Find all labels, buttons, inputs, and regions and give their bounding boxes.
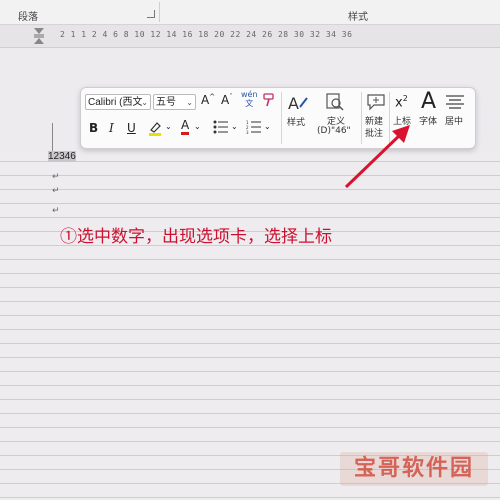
annotation-text: ①选中数字，出现选项卡，选择上标	[60, 227, 332, 247]
margin-corner-mark	[44, 123, 53, 153]
chevron-down-icon: ⌄	[141, 98, 148, 107]
dialog-launcher-icon[interactable]	[147, 10, 155, 18]
font-dialog-button[interactable]: A	[421, 89, 436, 114]
bold-button[interactable]: B	[89, 121, 98, 135]
chevron-down-icon[interactable]: ⌄	[165, 122, 172, 131]
italic-button[interactable]: I	[109, 121, 114, 135]
chevron-down-icon[interactable]: ⌄	[264, 122, 271, 131]
document-text[interactable]: 12346	[48, 151, 76, 162]
styles-label[interactable]: 样式	[287, 115, 305, 128]
new-comment-icon[interactable]	[366, 92, 386, 112]
ribbon-group-bar: 段落 样式	[0, 0, 500, 25]
red-arrow-icon	[344, 125, 410, 189]
chevron-down-icon[interactable]: ⌄	[231, 122, 238, 131]
group-label-paragraph: 段落	[18, 12, 38, 23]
highlight-icon[interactable]	[147, 120, 163, 136]
font-name-value: Calibri (西文	[88, 97, 143, 108]
group-label-styles: 样式	[348, 12, 368, 23]
font-color-button[interactable]: A	[181, 119, 190, 135]
paragraph-mark-icon: ↵	[52, 172, 60, 182]
chevron-down-icon: ⌄	[186, 98, 193, 107]
shrink-font-button[interactable]: Aˇ	[221, 93, 233, 107]
indent-marker-icon[interactable]	[34, 28, 44, 44]
selected-number-text[interactable]: 12346	[48, 151, 76, 162]
horizontal-ruler[interactable]: 2 1 1 2 4 6 8 10 12 14 16 18 20 22 24 26…	[0, 25, 500, 48]
font-name-dropdown[interactable]: Calibri (西文 ⌄	[85, 94, 151, 110]
grow-font-button[interactable]: A^	[201, 93, 215, 107]
format-painter-icon[interactable]	[262, 93, 276, 107]
bullets-icon[interactable]	[213, 120, 229, 134]
chevron-down-icon[interactable]: ⌄	[194, 122, 201, 131]
align-center-icon[interactable]	[445, 94, 465, 110]
ruler-numbers: 2 1 1 2 4 6 8 10 12 14 16 18 20 22 24 26…	[60, 30, 353, 39]
svg-text:3: 3	[246, 130, 249, 134]
phonetic-guide-button[interactable]: wén 文	[241, 90, 258, 108]
svg-text:A: A	[288, 94, 299, 113]
font-label[interactable]: 字体	[419, 114, 437, 127]
paragraph-mark-icon: ↵	[52, 206, 60, 216]
superscript-button[interactable]: x2	[395, 94, 408, 110]
font-size-value: 五号	[156, 97, 176, 108]
center-label[interactable]: 居中	[445, 114, 463, 127]
numbering-icon[interactable]: 1 2 3	[246, 120, 262, 134]
define-lookup-icon[interactable]	[325, 92, 345, 112]
toolbar-divider	[281, 92, 282, 144]
underline-button[interactable]: U	[127, 121, 136, 135]
paragraph-mark-icon: ↵	[52, 186, 60, 196]
styles-icon[interactable]: A	[288, 93, 310, 113]
group-divider	[159, 2, 160, 22]
watermark-logo: 宝哥软件园	[340, 452, 488, 486]
font-size-dropdown[interactable]: 五号 ⌄	[153, 94, 196, 110]
